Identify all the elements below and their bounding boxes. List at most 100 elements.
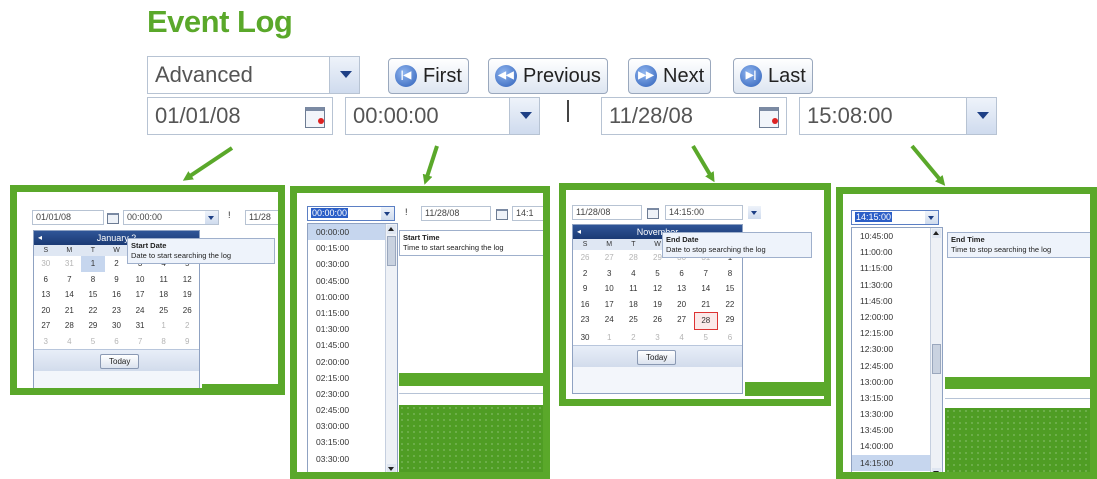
calendar-day[interactable]: 26	[645, 312, 669, 330]
chevron-down-icon[interactable]	[205, 211, 218, 224]
end-time-input[interactable]: 14:15:00	[851, 210, 939, 225]
calendar-day[interactable]: 9	[175, 334, 199, 350]
scrollbar[interactable]	[930, 228, 942, 472]
time-option[interactable]: 02:30:00	[308, 386, 397, 402]
start-time-input[interactable]: 00:00:00	[123, 210, 219, 225]
time-option[interactable]: 02:45:00	[308, 402, 397, 418]
end-date-input[interactable]: 11/28/08	[572, 205, 642, 220]
calendar-day[interactable]: 15	[718, 281, 742, 297]
time-option[interactable]: 02:15:00	[308, 370, 397, 386]
calendar-day[interactable]: 2	[573, 266, 597, 282]
calendar-day[interactable]: 5	[694, 330, 718, 346]
calendar-day[interactable]: 27	[670, 312, 694, 330]
time-option[interactable]: 01:45:00	[308, 337, 397, 353]
end-date-input[interactable]: 11/28/08	[421, 206, 491, 221]
calendar-day[interactable]: 13	[34, 287, 58, 303]
scroll-down-icon[interactable]	[932, 468, 941, 472]
calendar-icon[interactable]	[645, 206, 660, 219]
calendar-day[interactable]: 2	[105, 256, 129, 272]
time-option[interactable]: 12:15:00	[852, 325, 942, 341]
today-button[interactable]: Today	[100, 354, 140, 369]
calendar-day[interactable]: 27	[597, 250, 621, 266]
time-option[interactable]: 11:30:00	[852, 277, 942, 293]
today-button[interactable]: Today	[637, 350, 677, 365]
calendar-day[interactable]: 25	[152, 303, 176, 319]
time-option[interactable]: 12:00:00	[852, 309, 942, 325]
calendar-day[interactable]: 16	[573, 297, 597, 313]
time-option[interactable]: 11:45:00	[852, 293, 942, 309]
calendar-day[interactable]: 23	[105, 303, 129, 319]
time-option[interactable]: 11:15:00	[852, 260, 942, 276]
calendar-day[interactable]: 14	[694, 281, 718, 297]
calendar-day[interactable]: 21	[694, 297, 718, 313]
calendar-day[interactable]: 3	[34, 334, 58, 350]
previous-month-icon[interactable]: ◂	[577, 225, 581, 239]
calendar-day[interactable]: 23	[573, 312, 597, 330]
calendar-day[interactable]: 30	[34, 256, 58, 272]
scroll-thumb[interactable]	[387, 236, 396, 266]
calendar-day[interactable]: 9	[573, 281, 597, 297]
time-option[interactable]: 00:00:00	[308, 224, 397, 241]
calendar-day[interactable]: 21	[58, 303, 82, 319]
calendar-day[interactable]: 22	[718, 297, 742, 313]
calendar-day[interactable]: 6	[670, 266, 694, 282]
end-time-dropdown[interactable]: 10:45:00 11:00:00 11:15:00 11:30:00 11:45:00…	[851, 227, 943, 472]
calendar-day[interactable]: 3	[645, 330, 669, 346]
calendar-day[interactable]: 29	[81, 318, 105, 334]
time-option[interactable]: 12:45:00	[852, 358, 942, 374]
start-date-input[interactable]: 01/01/08	[32, 210, 104, 225]
start-time-dropdown[interactable]: 00:00:00 00:15:00 00:30:00 00:45:00 01:00:00…	[307, 223, 398, 472]
time-option[interactable]: 00:45:00	[308, 273, 397, 289]
calendar-day[interactable]: 20	[34, 303, 58, 319]
calendar-day[interactable]: 28	[621, 250, 645, 266]
calendar-day[interactable]: 11	[152, 272, 176, 288]
calendar-day[interactable]: 29	[718, 312, 742, 330]
time-option[interactable]: 02:00:00	[308, 354, 397, 370]
calendar-day[interactable]: 12	[645, 281, 669, 297]
calendar-day[interactable]: 25	[621, 312, 645, 330]
calendar-day[interactable]: 13	[670, 281, 694, 297]
scroll-up-icon[interactable]	[932, 229, 941, 238]
chevron-down-icon[interactable]	[748, 206, 761, 219]
time-option[interactable]: 01:30:00	[308, 321, 397, 337]
time-option[interactable]: 01:00:00	[308, 289, 397, 305]
end-date-input[interactable]: 11/28	[245, 210, 278, 225]
time-option[interactable]: 11:00:00	[852, 244, 942, 260]
time-option[interactable]: 03:15:00	[308, 434, 397, 450]
calendar-day[interactable]: 17	[128, 287, 152, 303]
time-option[interactable]: 12:30:00	[852, 341, 942, 357]
scroll-thumb[interactable]	[932, 344, 941, 374]
calendar-day[interactable]: 28	[58, 318, 82, 334]
calendar-day[interactable]: 10	[128, 272, 152, 288]
calendar-day[interactable]: 28	[693, 312, 718, 330]
calendar-day[interactable]: 6	[105, 334, 129, 350]
calendar-day[interactable]: 2	[175, 318, 199, 334]
chevron-down-icon[interactable]	[925, 211, 938, 224]
calendar-day[interactable]: 8	[718, 266, 742, 282]
time-option[interactable]: 03:00:00	[308, 418, 397, 434]
calendar-day[interactable]: 12	[175, 272, 199, 288]
calendar-day[interactable]: 19	[645, 297, 669, 313]
previous-month-icon[interactable]: ◂	[38, 231, 42, 245]
time-option[interactable]: 14:00:00	[852, 438, 942, 454]
calendar-day[interactable]: 8	[152, 334, 176, 350]
time-option[interactable]: 00:15:00	[308, 240, 397, 256]
calendar-icon[interactable]	[494, 207, 509, 220]
calendar-day[interactable]: 16	[105, 287, 129, 303]
time-option[interactable]: 13:45:00	[852, 422, 942, 438]
time-option[interactable]: 13:30:00	[852, 406, 942, 422]
time-option[interactable]: 00:30:00	[308, 256, 397, 272]
calendar-day[interactable]: 4	[58, 334, 82, 350]
calendar-day[interactable]: 4	[670, 330, 694, 346]
calendar-day[interactable]: 7	[694, 266, 718, 282]
calendar-day[interactable]: 8	[81, 272, 105, 288]
calendar-day[interactable]: 4	[621, 266, 645, 282]
calendar-day[interactable]: 6	[34, 272, 58, 288]
calendar-day[interactable]: 24	[128, 303, 152, 319]
time-option[interactable]: 03:30:00	[308, 451, 397, 467]
calendar-day[interactable]: 11	[621, 281, 645, 297]
calendar-day[interactable]: 9	[105, 272, 129, 288]
calendar-day[interactable]: 14	[58, 287, 82, 303]
calendar-day[interactable]: 26	[573, 250, 597, 266]
calendar-day[interactable]: 31	[58, 256, 82, 272]
